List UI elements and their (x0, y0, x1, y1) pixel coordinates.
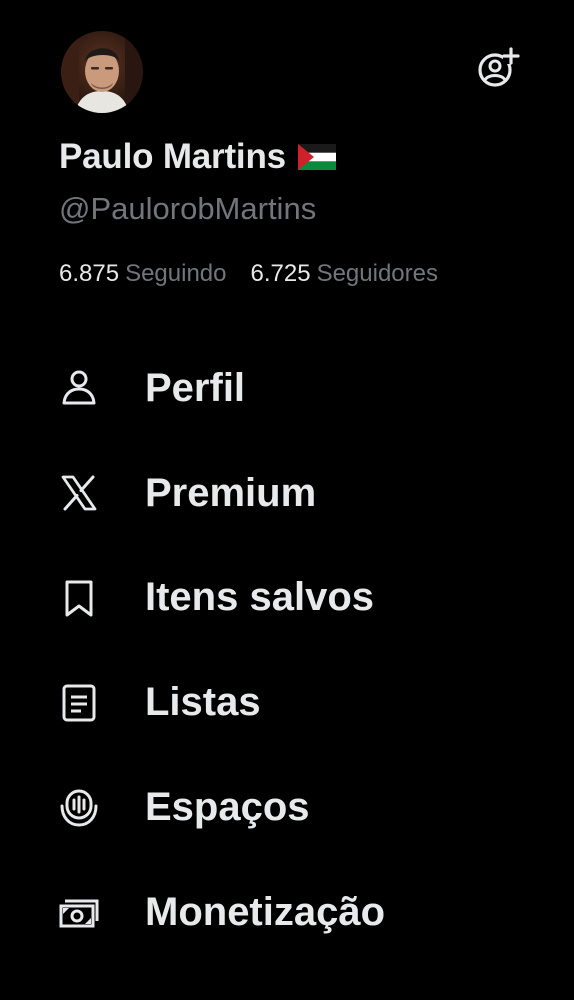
menu-item-espacos[interactable]: Espaços (0, 755, 574, 860)
spaces-icon (59, 788, 99, 828)
menu-item-itens-salvos[interactable]: Itens salvos (0, 546, 574, 651)
menu-item-label: Premium (145, 470, 317, 515)
navigation-drawer: Paulo Martins @PaulorobMartins 6.875 Segu… (0, 0, 574, 1000)
menu-item-perfil[interactable]: Perfil (0, 336, 574, 441)
person-icon (59, 368, 99, 408)
palestine-flag-icon (297, 144, 336, 170)
display-name[interactable]: Paulo Martins (59, 137, 286, 177)
following-stat[interactable]: 6.875 Seguindo (59, 260, 227, 288)
menu-item-label: Itens salvos (145, 575, 375, 620)
menu-item-premium[interactable]: Premium (0, 441, 574, 546)
menu-item-monetizacao[interactable]: Monetização (0, 860, 574, 965)
menu-item-label: Perfil (145, 365, 246, 410)
followers-count: 6.725 (250, 260, 311, 287)
menu-item-listas[interactable]: Listas (0, 650, 574, 755)
drawer-menu: Perfil Premium Itens salvos Listas Espaç… (0, 336, 574, 965)
menu-item-label: Espaços (145, 785, 310, 830)
menu-item-label: Listas (145, 680, 261, 725)
name-row: Paulo Martins (59, 137, 336, 177)
follow-stats: 6.875 Seguindo 6.725 Seguidores (59, 260, 438, 288)
followers-stat[interactable]: 6.725 Seguidores (251, 260, 438, 288)
profile-photo (61, 31, 143, 113)
user-handle[interactable]: @PaulorobMartins (59, 191, 316, 227)
following-count: 6.875 (59, 260, 120, 287)
list-icon (59, 683, 99, 723)
following-label: Seguindo (125, 260, 227, 287)
menu-item-label: Monetização (145, 889, 386, 934)
avatar[interactable] (61, 31, 143, 113)
followers-label: Seguidores (316, 260, 438, 287)
add-account-icon (478, 47, 520, 87)
add-account-button[interactable] (474, 44, 522, 92)
x-logo-icon (59, 473, 99, 513)
bookmark-icon (59, 578, 99, 618)
money-icon (59, 892, 99, 932)
